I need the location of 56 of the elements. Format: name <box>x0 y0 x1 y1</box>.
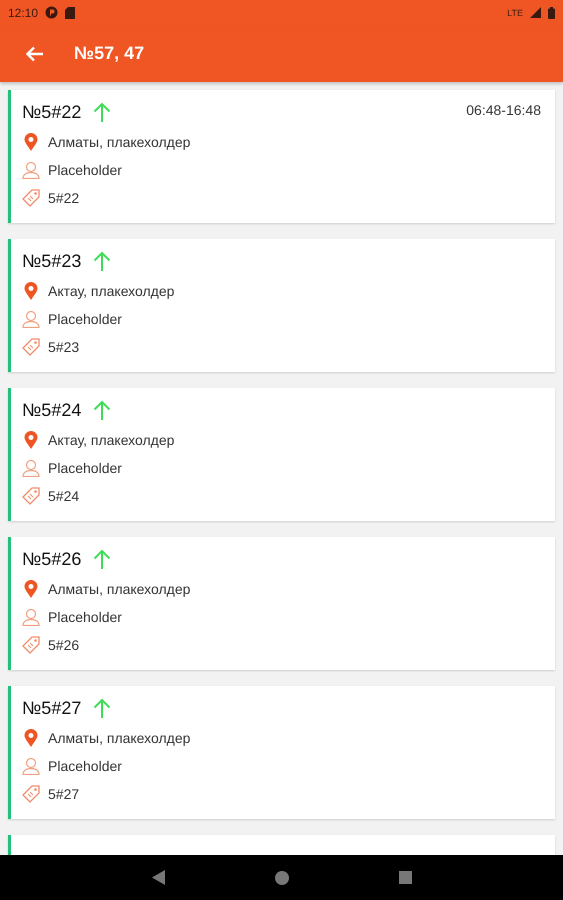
location-pin-icon <box>22 580 40 598</box>
location-pin-icon <box>22 133 40 151</box>
person-text: Placeholder <box>48 311 122 327</box>
network-label: LTE <box>507 8 523 18</box>
home-nav-icon[interactable] <box>274 870 288 884</box>
person-icon <box>22 459 40 477</box>
order-number: №5#23 <box>22 250 82 272</box>
order-number: №5#22 <box>22 102 82 122</box>
order-card[interactable]: №5#27 Алматы, плакехолдер Placeholder 5#27 <box>8 686 555 819</box>
city-text: Алматы, плакехолдер <box>48 134 190 150</box>
person-text: Placeholder <box>48 758 122 774</box>
up-arrow-icon <box>93 102 112 122</box>
up-arrow-icon <box>93 549 112 569</box>
location-pin-icon <box>22 282 40 300</box>
city-text: Актау, плакехолдер <box>48 432 174 448</box>
order-card[interactable]: №5#26 Алматы, плакехолдер Placeholder 5#26 <box>8 537 555 670</box>
up-arrow-icon <box>93 698 112 718</box>
tag-text: 5#22 <box>48 190 80 206</box>
tag-text: 5#26 <box>48 637 80 653</box>
tag-icon <box>22 338 40 356</box>
order-card[interactable]: №5#22 06:48-16:48 Алматы, плакехолдер Placeholder 5#22 <box>8 90 555 223</box>
city-text: Алматы, плакехолдер <box>48 581 190 597</box>
time-range: 06:48-16:48 <box>466 102 541 118</box>
tag-text: 5#24 <box>48 488 80 504</box>
status-time: 12:10 <box>8 6 38 20</box>
order-card[interactable]: №5#24 Актау, плакехолдер Placeholder 5#24 <box>8 388 555 521</box>
person-icon <box>22 757 40 775</box>
tag-icon <box>22 189 40 207</box>
tag-text: 5#23 <box>48 339 80 355</box>
location-pin-icon <box>22 729 40 747</box>
person-text: Placeholder <box>48 609 122 625</box>
person-icon <box>22 161 40 179</box>
order-card[interactable]: №5#23 Актау, плакехолдер Placeholder 5#23 <box>8 239 555 372</box>
location-pin-icon <box>22 431 40 449</box>
tag-icon <box>22 785 40 803</box>
tag-text: 5#27 <box>48 786 80 802</box>
signal-icon <box>530 7 541 18</box>
order-number: №5#27 <box>22 698 82 718</box>
person-icon <box>22 310 40 328</box>
battery-icon <box>548 6 555 18</box>
up-arrow-icon <box>93 251 112 271</box>
person-text: Placeholder <box>48 162 122 178</box>
recents-nav-icon[interactable] <box>398 871 412 884</box>
screen-title: №57, 47 <box>74 43 144 64</box>
city-text: Актау, плакехолдер <box>48 283 174 299</box>
person-icon <box>22 608 40 626</box>
person-text: Placeholder <box>48 460 122 476</box>
sd-card-icon <box>65 6 76 18</box>
city-text: Алматы, плакехолдер <box>48 730 190 746</box>
order-number: №5#26 <box>22 548 82 570</box>
tag-icon <box>22 636 40 654</box>
back-nav-icon[interactable] <box>152 870 164 885</box>
tag-icon <box>22 487 40 505</box>
up-arrow-icon <box>93 400 112 420</box>
app-notification-icon <box>45 6 58 19</box>
order-number: №5#24 <box>22 400 82 420</box>
